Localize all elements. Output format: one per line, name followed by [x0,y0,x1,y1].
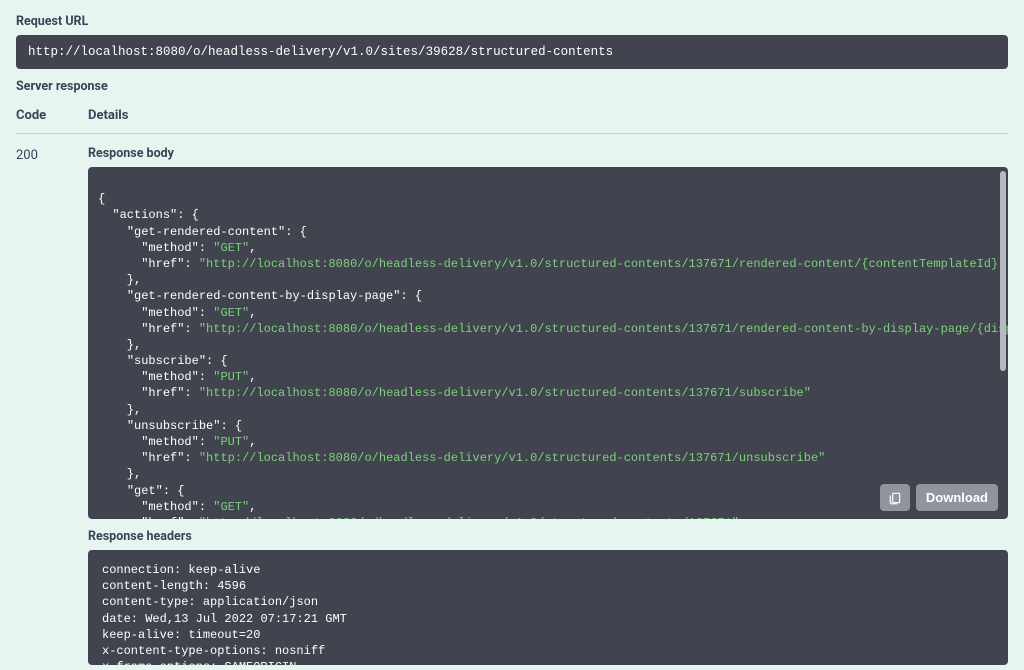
download-button[interactable]: Download [916,484,998,511]
json-value: "http://localhost:8080/o/headless-delive… [199,451,826,465]
json-value: "PUT" [213,435,249,449]
response-code: 200 [16,146,88,665]
response-row: 200 Response body { "actions": { "get-re… [16,146,1008,665]
json-value: "http://localhost:8080/o/headless-delive… [199,516,739,519]
scrollbar[interactable] [1000,171,1006,371]
header-line: x-content-type-options: nosniff [102,644,325,658]
header-line: x-frame-options: SAMEORIGIN [102,660,296,665]
response-body-label: Response body [88,146,1008,161]
request-url-value: http://localhost:8080/o/headless-deliver… [16,35,1008,69]
header-line: content-type: application/json [102,595,318,609]
response-body[interactable]: { "actions": { "get-rendered-content": {… [88,167,1008,519]
json-value: "PUT" [213,370,249,384]
json-value: "http://localhost:8080/o/headless-delive… [199,322,1008,336]
response-table-header: Code Details [16,102,1008,134]
response-headers-label: Response headers [88,529,1008,544]
clipboard-icon [888,491,902,505]
json-value: "http://localhost:8080/o/headless-delive… [199,386,811,400]
json-value: "GET" [213,500,249,514]
server-response-label: Server response [16,79,1008,94]
header-line: keep-alive: timeout=20 [102,628,260,642]
header-line: connection: keep-alive [102,563,260,577]
header-line: date: Wed,13 Jul 2022 07:17:21 GMT [102,612,347,626]
json-value: "GET" [213,306,249,320]
column-header-details: Details [88,108,128,123]
column-header-code: Code [16,108,88,123]
header-line: content-length: 4596 [102,579,246,593]
json-value: "http://localhost:8080/o/headless-delive… [199,257,1006,271]
response-headers[interactable]: connection: keep-alive content-length: 4… [88,550,1008,665]
copy-button[interactable] [880,484,910,511]
json-value: "GET" [213,241,249,255]
request-url-label: Request URL [16,14,1008,29]
